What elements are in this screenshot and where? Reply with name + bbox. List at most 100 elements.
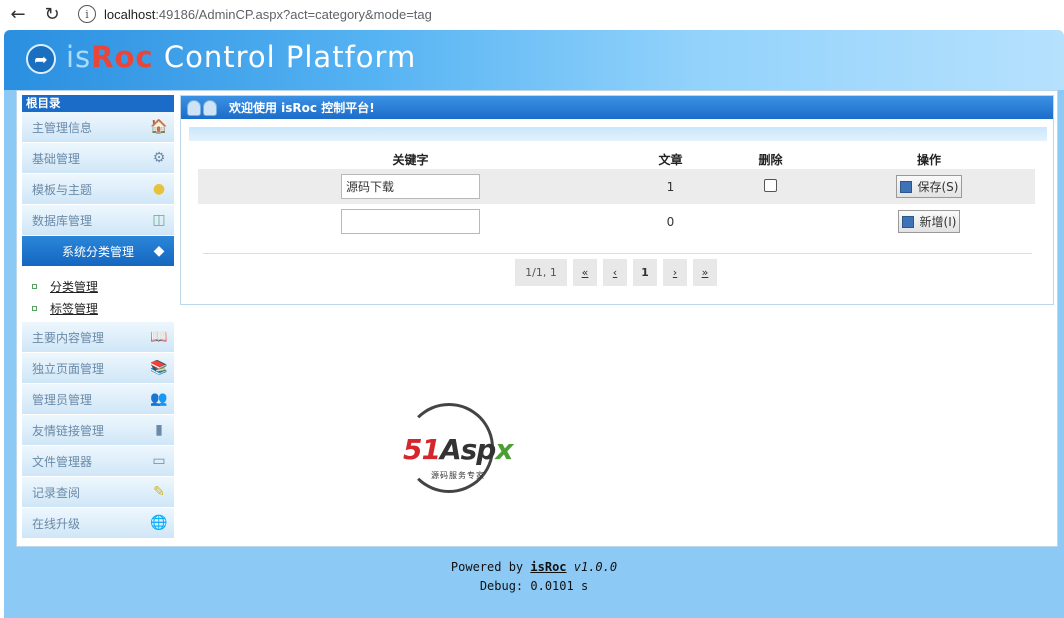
sidebar-item-label: 模板与主题 [32,182,93,197]
sidebar-item-label: 数据库管理 [32,213,93,228]
subitem-label[interactable]: 标签管理 [50,300,98,317]
pager-first[interactable]: « [573,259,597,286]
table-row: 0 新增(I) [198,204,1035,239]
site-info-icon[interactable]: i [78,5,96,23]
users-icon [187,99,219,116]
debug-line: Debug: 0.0101 s [479,579,589,593]
column-header-articles: 文章 [658,152,683,167]
keyword-input[interactable] [341,174,480,199]
pager-info: 1/1, 1 [515,259,567,286]
version-text: v1.0.0 [566,560,618,574]
keyword-cell [198,204,623,239]
bullet-icon [32,305,37,311]
disk-icon [901,215,914,228]
sidebar-item-category[interactable]: 系统分类管理 ◆ [22,236,174,267]
sidebar-item-label: 基础管理 [32,151,81,166]
pager-next[interactable]: › [663,259,687,286]
logo-person-icon: ➦ [26,44,56,74]
sidebar-item-label: 文件管理器 [32,454,93,469]
tag-icon: ◆ [153,243,165,259]
tools-icon: ⚙ [152,150,166,166]
books-icon: 📚 [150,360,168,376]
table-row: 1 保存(S) [198,169,1035,204]
footer: Powered by isRoc v1.0.0 Debug: 0.0101 s [4,558,1064,596]
51aspx-watermark-logo: 51Aspx 源码服务专家 [387,401,527,497]
sidebar-subitem-tags[interactable]: 标签管理 [32,297,174,319]
sidebar-item-label: 系统分类管理 [62,244,135,259]
save-button[interactable]: 保存(S) [895,175,963,198]
sidebar-item-label: 管理员管理 [32,392,93,407]
sidebar-item-admins[interactable]: 管理员管理 👥 [22,384,174,415]
pager-last[interactable]: » [693,259,717,286]
content-inner: 根目录 主管理信息 🏠 基础管理 ⚙ 模板与主题 ● 数据库管理 ◫ 系统分类管理 ◆ 分… [16,90,1058,547]
sidebar-item-basic[interactable]: 基础管理 ⚙ [22,143,174,174]
globe-icon: 🌐 [150,515,168,531]
content-frame: 根目录 主管理信息 🏠 基础管理 ⚙ 模板与主题 ● 数据库管理 ◫ 系统分类管理 ◆ 分… [4,90,1064,618]
home-icon: 🏠 [150,119,168,135]
pager-current: 1 [633,259,657,286]
powered-prefix: Powered by [450,560,531,574]
logo-asp: Asp [439,433,496,466]
main-panel: 欢迎使用 isRoc 控制平台! 关键字 文章 删除 操作 1 [180,95,1054,305]
logo-roc: Roc [91,40,154,74]
new-keyword-input[interactable] [341,209,480,234]
bullet-icon [32,283,37,289]
keyword-cell [198,169,623,204]
file-icon: ▭ [152,453,166,469]
save-button-label: 保存(S) [917,180,959,194]
book-icon: 📖 [150,329,168,345]
add-button-label: 新增(I) [919,215,957,229]
app-logo-text: isRoc Control Platform [66,40,416,74]
sidebar-item-logs[interactable]: 记录查阅 ✎ [22,477,174,508]
powered-by-line: Powered by isRoc v1.0.0 [4,558,1064,577]
logo-tagline: 源码服务专家 [431,471,485,480]
url-path: :49186/AdminCP.aspx?act=category&mode=ta… [155,6,432,22]
delete-cell [718,204,823,239]
pagination: 1/1, 1 « ‹ 1 › » [515,259,723,286]
action-cell: 新增(I) [823,204,1035,239]
logo-x: x [495,433,513,466]
url-field[interactable]: localhost:49186/AdminCP.aspx?act=categor… [104,7,432,22]
brand-link[interactable]: isRoc [530,560,566,574]
tag-table: 关键字 文章 删除 操作 1 保存(S) 0 [198,149,1035,239]
sidebar-item-label: 独立页面管理 [32,361,105,376]
delete-checkbox[interactable] [764,178,777,192]
article-count: 0 [666,214,675,229]
main-title-bar: 欢迎使用 isRoc 控制平台! [181,96,1053,119]
column-header-keyword: 关键字 [392,152,429,167]
sidebar-item-templates[interactable]: 模板与主题 ● [22,174,174,205]
sidebar-item-label: 在线升级 [32,516,81,531]
sidebar-item-label: 主管理信息 [32,120,93,135]
sidebar-subitem-category[interactable]: 分类管理 [32,275,174,297]
delete-cell [718,169,823,204]
app-header: ➦ isRoc Control Platform [4,30,1064,90]
add-button[interactable]: 新增(I) [897,210,961,233]
sidebar-item-main-info[interactable]: 主管理信息 🏠 [22,112,174,143]
sidebar-root: 根目录 [22,95,174,112]
sidebar-item-database[interactable]: 数据库管理 ◫ [22,205,174,236]
battery-icon: ▮ [155,422,163,438]
lightbulb-icon: ● [152,181,166,197]
subitem-label[interactable]: 分类管理 [50,278,98,295]
back-arrow-icon[interactable]: ← [4,2,32,26]
sidebar-item-links[interactable]: 友情链接管理 ▮ [22,415,174,446]
column-header-delete: 删除 [758,152,783,167]
sidebar: 根目录 主管理信息 🏠 基础管理 ⚙ 模板与主题 ● 数据库管理 ◫ 系统分类管理 ◆ 分… [22,95,174,539]
browser-address-bar: ← ↻ i localhost:49186/AdminCP.aspx?act=c… [0,0,1064,28]
column-header-action: 操作 [916,152,941,167]
sidebar-item-pages[interactable]: 独立页面管理 📚 [22,353,174,384]
sidebar-item-label: 记录查阅 [32,485,81,500]
disk-icon [899,180,912,193]
article-count: 1 [623,169,718,204]
sidebar-item-content[interactable]: 主要内容管理 📖 [22,322,174,353]
users-icon: 👥 [150,391,168,407]
url-host: localhost [104,6,156,22]
action-cell: 保存(S) [823,169,1035,204]
logo-rest: Control Platform [153,40,417,74]
sidebar-submenu: 分类管理 标签管理 [22,267,174,322]
reload-icon[interactable]: ↻ [38,2,66,26]
sidebar-item-files[interactable]: 文件管理器 ▭ [22,446,174,477]
sidebar-item-upgrade[interactable]: 在线升级 🌐 [22,508,174,539]
sidebar-item-label: 主要内容管理 [32,330,105,345]
pager-prev[interactable]: ‹ [603,259,627,286]
